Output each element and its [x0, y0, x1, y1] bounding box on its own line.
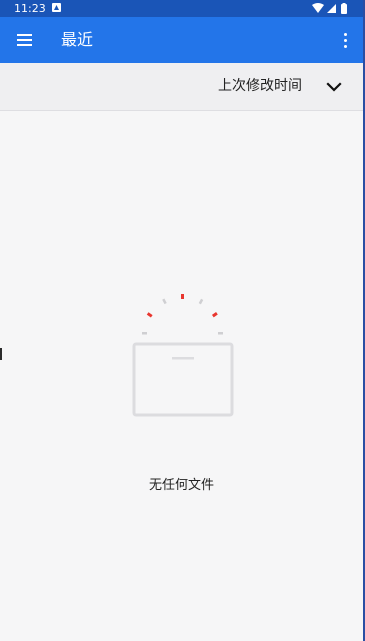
page-title: 最近 — [61, 30, 94, 49]
status-bar: 11:23 — [0, 0, 363, 17]
signal-icon — [327, 4, 336, 13]
spark-ray — [211, 312, 218, 318]
box-slot — [172, 357, 194, 360]
empty-box-icon — [132, 294, 234, 417]
battery-icon — [341, 4, 347, 14]
spark-ray — [198, 298, 204, 305]
spark-ray — [146, 312, 153, 318]
notification-a-icon — [52, 3, 61, 12]
sort-bar[interactable]: 上次修改时间 — [0, 63, 363, 111]
app-screen: 11:23 最近 上次修改时间 无任何文件 — [0, 0, 363, 641]
more-vert-icon[interactable] — [335, 29, 355, 51]
spark-ray — [218, 332, 223, 335]
status-icons — [312, 3, 347, 14]
spark-ray — [162, 298, 167, 305]
app-bar: 最近 — [0, 17, 363, 63]
box-outline — [132, 342, 234, 417]
spark-ray — [181, 294, 184, 299]
wifi-icon — [312, 3, 324, 13]
empty-state-message: 无任何文件 — [148, 478, 214, 493]
spark-ray — [142, 332, 147, 335]
chevron-down-icon[interactable] — [325, 78, 343, 96]
hamburger-menu-icon[interactable] — [14, 29, 38, 51]
edge-mark — [0, 348, 2, 360]
sort-label[interactable]: 上次修改时间 — [218, 77, 302, 95]
status-time: 11:23 — [14, 2, 46, 15]
